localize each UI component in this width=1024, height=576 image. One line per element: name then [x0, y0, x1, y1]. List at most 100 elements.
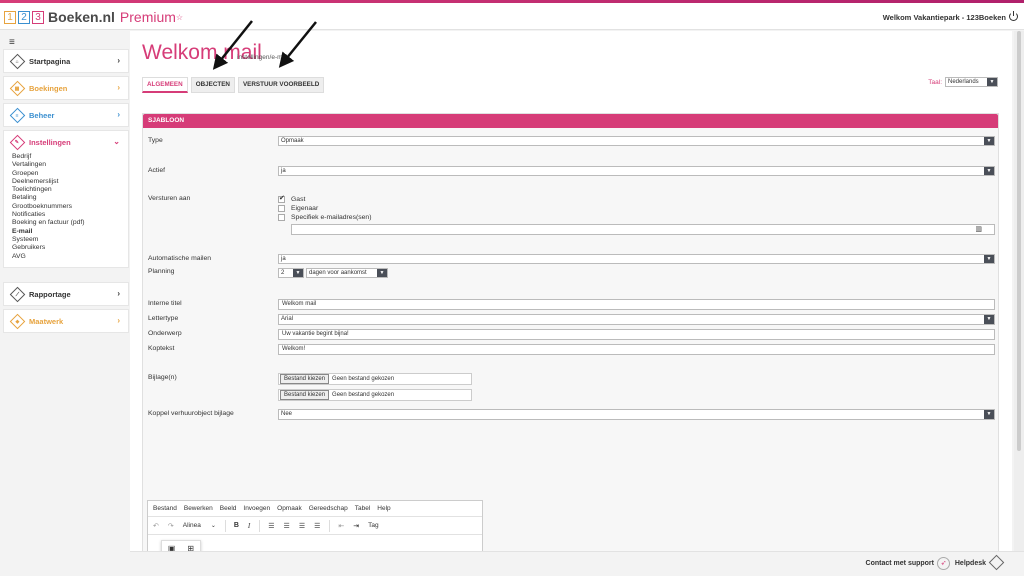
editor-menu-tabel[interactable]: Tabel	[355, 505, 371, 512]
submenu-item-notificaties[interactable]: Notificaties	[12, 211, 128, 219]
type-value: Opmaak	[281, 138, 304, 144]
email-addresses-field[interactable]: ▥	[291, 224, 995, 235]
align-right-icon[interactable]: ☰	[299, 522, 305, 530]
submenu-item-bedrijf[interactable]: Bedrijf	[12, 153, 128, 161]
gast-label: Gast	[291, 196, 306, 203]
sidebar-item-instellingen[interactable]: ✎ Instellingen ⌄ Bedrijf Vertalingen Gro…	[3, 130, 129, 268]
lettertype-select[interactable]: Arial ▼	[278, 314, 995, 325]
actief-label: Actief	[148, 167, 165, 174]
sidebar-item-maatwerk[interactable]: ◆ Maatwerk ›	[3, 309, 129, 333]
eigenaar-checkbox[interactable]	[278, 205, 285, 212]
indent-icon[interactable]: ⇥	[353, 522, 359, 530]
rich-text-editor: Bestand Bewerken Beeld Invoegen Opmaak G…	[147, 500, 483, 557]
specifiek-label: Specifiek e-mailadres(sen)	[291, 214, 372, 221]
rocket-icon[interactable]: ➶	[937, 557, 950, 570]
sidebar-item-startpagina[interactable]: ⌂ Startpagina ›	[3, 49, 129, 73]
chevron-down-icon[interactable]: ⌄	[211, 522, 216, 529]
redo-icon[interactable]: ↷	[168, 522, 174, 530]
submenu-item-avg[interactable]: AVG	[12, 253, 128, 261]
eigenaar-label: Eigenaar	[291, 205, 319, 212]
option-eigenaar[interactable]: Eigenaar	[278, 205, 318, 212]
sidebar-item-rapportage[interactable]: ⟋ Rapportage ›	[3, 282, 129, 306]
submenu-item-grootboeknummers[interactable]: Grootboeknummers	[12, 203, 128, 211]
submenu-item-toelichtingen[interactable]: Toelichtingen	[12, 186, 128, 194]
editor-menu-opmaak[interactable]: Opmaak	[277, 505, 302, 512]
choose-file-button[interactable]: Bestand kiezen	[280, 374, 330, 384]
sidebar-item-boekingen[interactable]: ▦ Boekingen ›	[3, 76, 129, 100]
no-file-label: Geen bestand gekozen	[332, 392, 395, 398]
actief-select[interactable]: ja ▼	[278, 166, 995, 176]
option-gast[interactable]: Gast	[278, 194, 306, 203]
scrollbar-thumb[interactable]	[1017, 31, 1021, 451]
onderwerp-input[interactable]: Uw vakantie begint bijna!	[278, 329, 995, 340]
editor-menu-beeld[interactable]: Beeld	[220, 505, 237, 512]
format-select[interactable]: Alinea	[183, 522, 201, 529]
language-selector: Taal: Nederlands ▼	[928, 77, 998, 87]
helpdesk-link[interactable]: Helpdesk	[955, 560, 986, 567]
submenu-item-vertalingen[interactable]: Vertalingen	[12, 161, 128, 169]
editor-menu-invoegen[interactable]: Invoegen	[243, 505, 270, 512]
submenu-item-betaling[interactable]: Betaling	[12, 194, 128, 202]
submenu-item-groepen[interactable]: Groepen	[12, 170, 128, 178]
submenu-item-email[interactable]: E-mail	[12, 228, 128, 236]
sidebar-item-beheer[interactable]: ≡ Beheer ›	[3, 103, 129, 127]
bold-icon[interactable]: B	[234, 522, 239, 529]
menu-toggle-icon[interactable]: ≡	[9, 37, 15, 48]
logo-digit-1: 1	[4, 10, 16, 24]
page-scrollbar[interactable]	[1014, 31, 1024, 551]
planning-unit-select[interactable]: dagen voor aankomst ▼	[306, 268, 388, 278]
language-value: Nederlands	[948, 79, 979, 85]
toolbar-divider	[224, 519, 226, 532]
gast-checkbox[interactable]	[278, 194, 285, 203]
file-input-1[interactable]: Bestand kiezen Geen bestand gekozen	[278, 373, 472, 385]
editor-menu-gereedschap[interactable]: Gereedschap	[309, 505, 348, 512]
tab-objecten[interactable]: OBJECTEN	[190, 77, 235, 93]
editor-menubar: Bestand Bewerken Beeld Invoegen Opmaak G…	[148, 501, 482, 517]
align-justify-icon[interactable]: ☰	[314, 522, 320, 530]
section-header: SJABLOON	[143, 114, 998, 128]
align-center-icon[interactable]: ☰	[284, 522, 290, 530]
submenu-item-systeem[interactable]: Systeem	[12, 236, 128, 244]
koptekst-label: Koptekst	[148, 345, 175, 352]
tag-button[interactable]: Tag	[368, 522, 378, 529]
editor-menu-bewerken[interactable]: Bewerken	[184, 505, 213, 512]
editor-menu-bestand[interactable]: Bestand	[153, 505, 177, 512]
koppel-select[interactable]: Nee ▼	[278, 409, 995, 420]
submenu-item-deelnemerslijst[interactable]: Deelnemerslijst	[12, 178, 128, 186]
outdent-icon[interactable]: ⇤	[338, 522, 344, 530]
chevron-right-icon: ›	[117, 56, 120, 65]
tab-verstuur-voorbeeld[interactable]: VERSTUUR VOORBEELD	[237, 77, 325, 93]
sidebar: ≡ ⌂ Startpagina › ▦ Boekingen › ≡ Beheer…	[0, 31, 130, 576]
support-link[interactable]: Contact met support	[866, 560, 934, 567]
specifiek-checkbox[interactable]	[278, 214, 285, 221]
language-select[interactable]: Nederlands ▼	[945, 77, 998, 87]
dropdown-arrow-icon: ▼	[987, 78, 997, 86]
power-icon[interactable]	[1009, 11, 1018, 21]
planning-label: Planning	[148, 268, 175, 275]
choose-file-button[interactable]: Bestand kiezen	[280, 390, 330, 400]
interne-titel-input[interactable]: Welkom mail	[278, 299, 995, 310]
italic-icon[interactable]: I	[248, 522, 250, 530]
planning-number-select[interactable]: 2 ▼	[278, 268, 304, 278]
dropdown-arrow-icon: ▼	[984, 410, 994, 419]
logo[interactable]: 1 2 3 Boeken.nl Premium ☆	[4, 9, 183, 25]
settings-icon: ✎	[9, 134, 26, 150]
align-left-icon[interactable]: ☰	[268, 522, 274, 530]
undo-icon[interactable]: ↶	[153, 522, 159, 530]
editor-menu-help[interactable]: Help	[377, 505, 390, 512]
language-label: Taal:	[928, 78, 942, 86]
page-title: Welkom mail	[142, 41, 262, 64]
type-select[interactable]: Opmaak ▼	[278, 136, 995, 146]
file-input-2[interactable]: Bestand kiezen Geen bestand gekozen	[278, 389, 472, 401]
auto-label: Automatische mailen	[148, 255, 212, 262]
submenu-item-gebruikers[interactable]: Gebruikers	[12, 244, 128, 252]
dropdown-arrow-icon: ▼	[984, 167, 994, 175]
koptekst-input[interactable]: Welkom!	[278, 344, 995, 355]
submenu-item-boeking-factuur[interactable]: Boeking en factuur (pdf)	[12, 219, 128, 227]
helpdesk-icon[interactable]	[988, 554, 1005, 571]
report-icon: ⟋	[9, 286, 26, 302]
option-specifiek[interactable]: Specifiek e-mailadres(sen)	[278, 214, 371, 221]
koppel-value: Nee	[281, 411, 293, 417]
tab-algemeen[interactable]: ALGEMEEN	[142, 77, 188, 93]
auto-select[interactable]: ja ▼	[278, 254, 995, 264]
